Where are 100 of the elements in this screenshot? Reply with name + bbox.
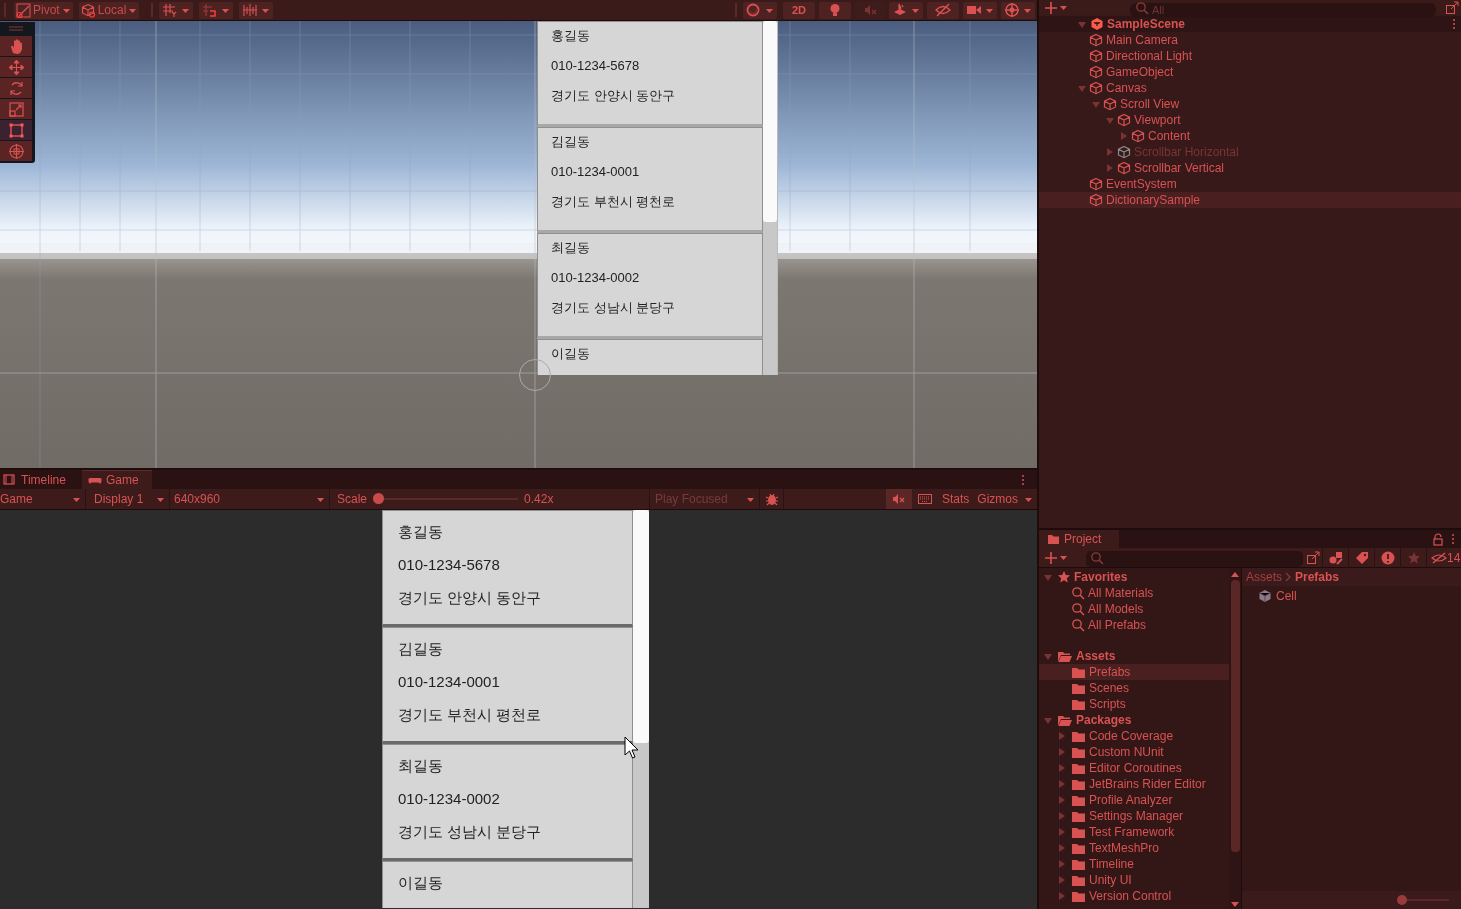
scale-tool[interactable]	[0, 99, 32, 119]
gizmos-dropdown[interactable]: Gizmos	[973, 489, 1037, 509]
effects-button[interactable]	[889, 1, 923, 19]
increment-snap-button[interactable]	[239, 1, 274, 19]
lock-icon[interactable]	[1433, 533, 1443, 546]
hierarchy-item[interactable]: DictionarySample	[1039, 192, 1461, 208]
collapsed-arrow-icon[interactable]	[1057, 779, 1067, 789]
collapsed-arrow-icon[interactable]	[1057, 859, 1067, 869]
collapsed-arrow-icon[interactable]	[1057, 811, 1067, 821]
project-tree-item[interactable]: Assets	[1039, 648, 1229, 664]
hierarchy-item[interactable]: GameObject	[1039, 64, 1461, 80]
hierarchy-item[interactable]: Scrollbar Vertical	[1039, 160, 1461, 176]
project-tree-item[interactable]: Custom NUnit	[1039, 744, 1229, 760]
zoom-slider-thumb[interactable]	[1397, 895, 1407, 905]
list-cell[interactable]: 이길동	[537, 339, 763, 375]
breadcrumb-link[interactable]: Assets	[1246, 568, 1282, 586]
rect-tool[interactable]	[0, 120, 32, 140]
rotate-tool[interactable]	[0, 78, 32, 98]
breadcrumb-link[interactable]: Prefabs	[1295, 568, 1340, 586]
collapsed-arrow-icon[interactable]	[1057, 731, 1067, 741]
project-tree-item[interactable]: All Models	[1039, 601, 1229, 617]
hand-tool[interactable]	[0, 36, 32, 56]
display-dropdown[interactable]: Display 1	[86, 489, 170, 509]
add-button[interactable]	[1045, 0, 1068, 15]
lighting-toggle[interactable]	[819, 1, 851, 19]
project-tree-item[interactable]: Profile Analyzer	[1039, 792, 1229, 808]
expanded-arrow-icon[interactable]	[1043, 715, 1053, 725]
asset-item[interactable]: Cell	[1242, 588, 1461, 604]
scrollbar-handle[interactable]	[1230, 580, 1240, 852]
grid-snap-button[interactable]	[159, 1, 194, 19]
visibility-toggle[interactable]	[927, 1, 959, 19]
expanded-arrow-icon[interactable]	[1091, 99, 1101, 109]
open-window-icon[interactable]	[1307, 551, 1320, 564]
project-tree-item[interactable]: Scripts	[1039, 696, 1229, 712]
2d-toggle[interactable]: 2D	[783, 1, 815, 19]
expanded-arrow-icon[interactable]	[1043, 651, 1053, 661]
scroll-down-icon[interactable]	[1230, 901, 1240, 908]
panel-tab[interactable]: Game	[82, 470, 152, 489]
project-tree-item[interactable]: Packages	[1039, 712, 1229, 728]
stats-button[interactable]: Stats	[937, 489, 974, 509]
transform-tool[interactable]	[0, 141, 32, 161]
mute-toggle[interactable]	[885, 489, 912, 509]
panel-tab[interactable]: Project	[1039, 530, 1119, 548]
project-tree-item[interactable]: TextMeshPro	[1039, 840, 1229, 856]
collapsed-arrow-icon[interactable]	[1057, 891, 1067, 901]
gizmos-button[interactable]	[1001, 1, 1035, 19]
audio-toggle[interactable]	[855, 1, 885, 19]
list-cell[interactable]: 최길동 010-1234-0002 경기도 성남시 분당구	[382, 744, 633, 861]
project-tree-item[interactable]: Version Control	[1039, 888, 1229, 904]
hierarchy-item[interactable]: Canvas	[1039, 80, 1461, 96]
list-cell[interactable]: 홍길동 010-1234-5678 경기도 안양시 동안구	[537, 21, 763, 127]
project-tree-item[interactable]: Code Coverage	[1039, 728, 1229, 744]
scrollbar-handle[interactable]	[763, 21, 777, 222]
hierarchy-item[interactable]: Scroll View	[1039, 96, 1461, 112]
list-cell[interactable]: 김길동 010-1234-0001 경기도 부천시 평천로	[382, 627, 633, 744]
project-tree-item[interactable]: Timeline	[1039, 856, 1229, 872]
scroll-up-icon[interactable]	[1230, 571, 1240, 578]
shading-mode-button[interactable]	[743, 1, 777, 19]
collapsed-arrow-icon[interactable]	[1057, 795, 1067, 805]
more-options-icon[interactable]	[1021, 474, 1025, 486]
local-dropdown[interactable]: Local	[78, 1, 140, 19]
list-cell[interactable]: 홍길동 010-1234-5678 경기도 안양시 동안구	[382, 510, 633, 627]
collapsed-arrow-icon[interactable]	[1119, 131, 1129, 141]
hierarchy-item[interactable]: Viewport	[1039, 112, 1461, 128]
list-cell[interactable]: 이길동	[382, 861, 633, 908]
slider-thumb[interactable]	[373, 493, 385, 504]
panel-tab[interactable]: Timeline	[0, 470, 82, 489]
collapsed-arrow-icon[interactable]	[1105, 163, 1115, 173]
expanded-arrow-icon[interactable]	[1077, 19, 1087, 29]
project-tree-item[interactable]: Scenes	[1039, 680, 1229, 696]
scrollbar-handle[interactable]	[633, 510, 649, 743]
search-field[interactable]: All	[1130, 2, 1436, 17]
more-options-icon[interactable]	[1452, 18, 1456, 30]
hidden-packages-toggle[interactable]: 14	[1426, 547, 1461, 568]
resolution-dropdown[interactable]: 640x960	[170, 489, 330, 509]
expanded-arrow-icon[interactable]	[1105, 115, 1115, 125]
hierarchy-item[interactable]: EventSystem	[1039, 176, 1461, 192]
list-cell[interactable]: 최길동 010-1234-0002 경기도 성남시 분당구	[537, 233, 763, 339]
collapsed-arrow-icon[interactable]	[1057, 763, 1067, 773]
expanded-arrow-icon[interactable]	[1077, 83, 1087, 93]
camera-button[interactable]	[963, 1, 997, 19]
project-tree-item[interactable]: Favorites	[1039, 569, 1229, 585]
collapsed-arrow-icon[interactable]	[1057, 875, 1067, 885]
collapsed-arrow-icon[interactable]	[1057, 827, 1067, 837]
project-tree-item[interactable]: Unity UI	[1039, 872, 1229, 888]
move-tool[interactable]	[0, 57, 32, 77]
view-dropdown[interactable]: Game	[0, 489, 86, 509]
project-tree-item[interactable]: All Materials	[1039, 585, 1229, 601]
project-tree-item[interactable]: Prefabs	[1039, 664, 1229, 680]
add-button[interactable]	[1045, 551, 1068, 564]
open-window-icon[interactable]	[1446, 1, 1459, 14]
project-tree-item[interactable]: All Prefabs	[1039, 617, 1229, 633]
more-options-icon[interactable]	[1451, 533, 1455, 545]
list-cell[interactable]: 김길동 010-1234-0001 경기도 부천시 평천로	[537, 127, 763, 233]
collapsed-arrow-icon[interactable]	[1057, 843, 1067, 853]
collapsed-arrow-icon[interactable]	[1057, 747, 1067, 757]
pivot-dropdown[interactable]: Pivot	[14, 1, 73, 19]
project-tree-item[interactable]: Settings Manager	[1039, 808, 1229, 824]
hierarchy-item[interactable]: Main Camera	[1039, 32, 1461, 48]
hierarchy-item[interactable]: Content	[1039, 128, 1461, 144]
